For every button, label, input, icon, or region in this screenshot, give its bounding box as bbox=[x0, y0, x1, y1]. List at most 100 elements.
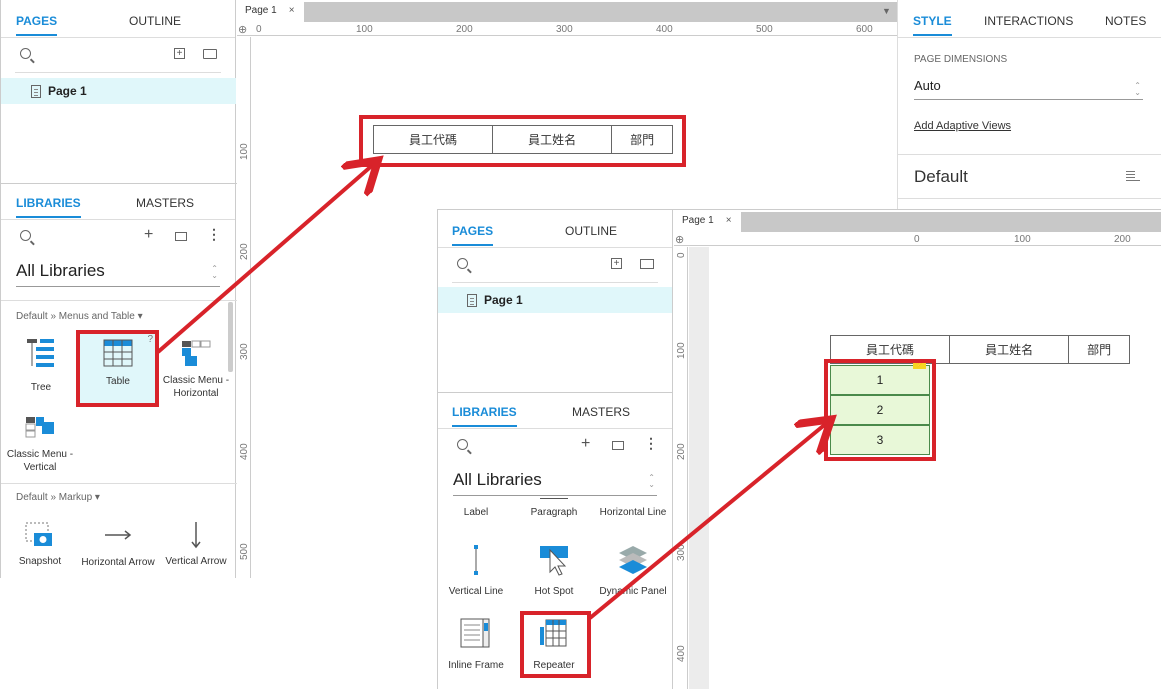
add-adaptive-views-link[interactable]: Add Adaptive Views bbox=[914, 120, 1011, 132]
more-icon[interactable]: ⋮ bbox=[207, 227, 221, 241]
widget-label[interactable]: Paragraph bbox=[516, 507, 592, 518]
highlight-canvas-table bbox=[359, 115, 686, 167]
folder-icon[interactable] bbox=[640, 259, 654, 269]
search-icon[interactable] bbox=[20, 48, 31, 59]
ruler-label: 300 bbox=[556, 24, 573, 35]
widget-tree[interactable]: Tree bbox=[3, 336, 79, 396]
vertical-line-icon bbox=[474, 545, 478, 575]
page-tab[interactable]: Page 1 × bbox=[237, 2, 304, 22]
paragraph-icon bbox=[540, 498, 568, 499]
widget-classic-menu-horizontal[interactable]: Classic Menu - Horizontal bbox=[158, 336, 234, 400]
add-page-icon[interactable]: + bbox=[174, 48, 185, 59]
ruler-label: 300 bbox=[239, 343, 250, 360]
libraries-tabs: LIBRARIES MASTERS bbox=[438, 391, 672, 429]
libraries-search-bar: + ⋮ bbox=[15, 221, 221, 255]
tab-libraries[interactable]: LIBRARIES bbox=[452, 405, 517, 427]
page-item-label: Page 1 bbox=[484, 293, 523, 307]
ruler-label: 100 bbox=[239, 143, 250, 160]
page-item[interactable]: Page 1 bbox=[438, 287, 672, 313]
libraries-tabs: LIBRARIES MASTERS bbox=[1, 182, 235, 220]
widget-label: Tree bbox=[30, 382, 52, 393]
page-item-label: Page 1 bbox=[48, 84, 87, 98]
widget-horizontal-arrow[interactable]: Horizontal Arrow bbox=[80, 518, 156, 578]
search-icon[interactable] bbox=[457, 439, 468, 450]
tab-style[interactable]: STYLE bbox=[913, 14, 952, 36]
page-dimensions-label: PAGE DIMENSIONS bbox=[914, 54, 1008, 65]
pages-tabs: PAGES OUTLINE bbox=[438, 210, 672, 248]
widget-label: Inline Frame bbox=[448, 660, 504, 671]
ruler-label: 400 bbox=[676, 645, 687, 662]
add-library-icon[interactable]: + bbox=[144, 227, 153, 243]
search-icon[interactable] bbox=[20, 230, 31, 241]
widget-label: Dynamic Panel bbox=[599, 586, 667, 597]
library-select[interactable]: All Libraries ⌃ ⌄ bbox=[16, 261, 220, 287]
widget-label[interactable]: Label bbox=[438, 507, 514, 518]
ruler-origin-icon: ⊕ bbox=[675, 234, 685, 246]
widget-vertical-arrow[interactable]: Vertical Arrow bbox=[158, 518, 234, 578]
vertical-ruler bbox=[674, 247, 688, 689]
tree-icon bbox=[27, 339, 54, 367]
ruler-label: 200 bbox=[1114, 234, 1131, 245]
category-markup[interactable]: Default » Markup ▾ bbox=[16, 492, 100, 503]
snapshot-icon bbox=[25, 522, 52, 546]
tab-notes[interactable]: NOTES bbox=[1105, 14, 1146, 28]
tab-pages[interactable]: PAGES bbox=[452, 224, 494, 246]
highlight-repeater-widget bbox=[520, 611, 591, 678]
widget-snapshot[interactable]: Snapshot bbox=[2, 518, 78, 578]
tab-outline[interactable]: OUTLINE bbox=[129, 14, 181, 28]
tab-interactions[interactable]: INTERACTIONS bbox=[984, 14, 1073, 28]
select-caret-icon: ⌃ ⌄ bbox=[1134, 81, 1141, 97]
copy-icon[interactable] bbox=[612, 441, 624, 450]
hot-spot-icon bbox=[540, 546, 568, 576]
divider bbox=[898, 198, 1161, 199]
table-cell[interactable]: 員工姓名 bbox=[949, 335, 1070, 364]
table-cell[interactable]: 部門 bbox=[1068, 335, 1130, 364]
folder-icon[interactable] bbox=[203, 49, 217, 59]
ruler-label: 0 bbox=[256, 24, 262, 35]
tab-libraries[interactable]: LIBRARIES bbox=[16, 196, 81, 218]
widget-label: Vertical Line bbox=[448, 586, 504, 597]
widget-label: Classic Menu - Vertical bbox=[6, 449, 74, 473]
pages-search-bar: + bbox=[15, 39, 221, 73]
add-page-icon[interactable]: + bbox=[611, 258, 622, 269]
ruler-label: 200 bbox=[239, 243, 250, 260]
page-item[interactable]: Page 1 bbox=[1, 78, 236, 104]
ruler-label: 500 bbox=[756, 24, 773, 35]
ruler-label: 200 bbox=[456, 24, 473, 35]
scrollbar[interactable] bbox=[228, 302, 233, 372]
close-icon[interactable]: × bbox=[289, 5, 295, 16]
tab-masters[interactable]: MASTERS bbox=[136, 196, 194, 210]
widget-classic-menu-vertical[interactable]: Classic Menu - Vertical bbox=[2, 410, 78, 474]
ruler-label: 100 bbox=[356, 24, 373, 35]
page-dimensions-value: Auto bbox=[914, 78, 941, 93]
vertical-ruler bbox=[237, 37, 251, 578]
copy-icon[interactable] bbox=[175, 232, 187, 241]
widget-hot-spot[interactable]: Hot Spot bbox=[516, 540, 592, 600]
style-tabs: STYLE INTERACTIONS NOTES bbox=[898, 0, 1161, 38]
page-dimensions-select[interactable]: Auto ⌃ ⌄ bbox=[914, 78, 1143, 100]
category-menus-and-table[interactable]: Default » Menus and Table ▾ bbox=[16, 311, 143, 322]
ruler-label: 300 bbox=[676, 544, 687, 561]
add-library-icon[interactable]: + bbox=[581, 436, 590, 452]
more-icon[interactable]: ⋮ bbox=[644, 436, 658, 450]
tab-pages[interactable]: PAGES bbox=[16, 14, 58, 36]
library-select[interactable]: All Libraries ⌃ ⌄ bbox=[453, 470, 657, 496]
ruler-label: 0 bbox=[914, 234, 920, 245]
pages-panel: PAGES OUTLINE + Page 1 LIBRARIES MASTERS… bbox=[0, 0, 237, 578]
edit-style-icon[interactable] bbox=[1126, 169, 1140, 181]
tab-masters[interactable]: MASTERS bbox=[572, 405, 630, 419]
widget-dynamic-panel[interactable]: Dynamic Panel bbox=[594, 540, 672, 600]
select-caret-icon: ⌃ ⌄ bbox=[211, 264, 218, 280]
ruler-label: 200 bbox=[676, 443, 687, 460]
chevron-down-icon[interactable]: ▼ bbox=[882, 6, 891, 16]
widget-inline-frame[interactable]: Inline Frame bbox=[438, 614, 514, 674]
close-icon[interactable]: × bbox=[726, 215, 732, 226]
widget-label: Vertical Arrow bbox=[165, 556, 227, 567]
ruler-label: 100 bbox=[676, 342, 687, 359]
search-icon[interactable] bbox=[457, 258, 468, 269]
widget-vertical-line[interactable]: Vertical Line bbox=[438, 540, 514, 600]
widget-label[interactable]: Horizontal Line bbox=[594, 507, 672, 518]
tab-outline[interactable]: OUTLINE bbox=[565, 224, 617, 238]
inline-frame-icon bbox=[460, 618, 490, 648]
page-tab[interactable]: Page 1 × bbox=[674, 212, 741, 232]
